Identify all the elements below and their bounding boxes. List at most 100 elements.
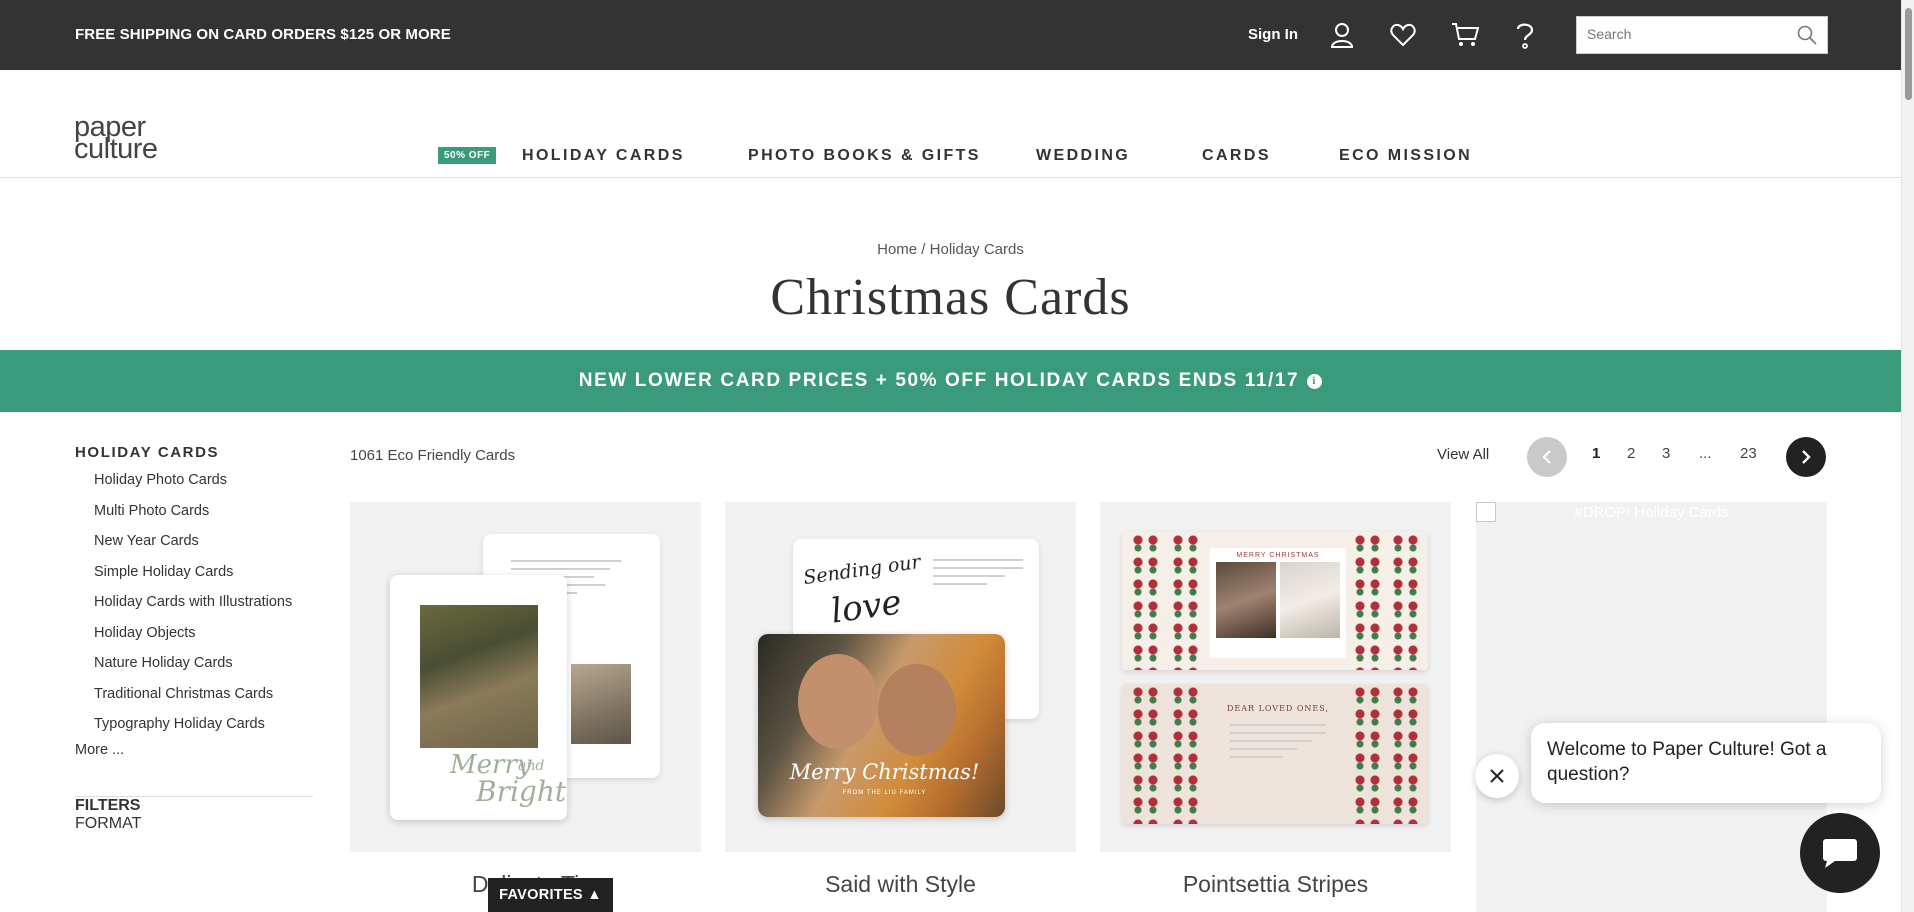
category-sidebar: HOLIDAY CARDS Holiday Photo Cards Multi …	[75, 444, 313, 758]
card-script-text: Sending our	[802, 550, 922, 590]
product-image[interactable]: Merry and Bright	[350, 502, 701, 852]
pattern-stripe	[1390, 684, 1420, 824]
card-heading: DEAR LOVED ONES,	[1226, 704, 1330, 713]
category-item[interactable]: Holiday Cards with Illustrations	[75, 593, 313, 624]
product-image[interactable]: #DROP! Holiday Cards	[1476, 502, 1827, 912]
card-back: DEAR LOVED ONES,	[1122, 684, 1428, 824]
sign-in-link[interactable]: Sign In	[1248, 26, 1298, 43]
card-photo	[1216, 562, 1276, 638]
card-photo	[1280, 562, 1340, 638]
nav-holiday-cards[interactable]: HOLIDAY CARDS	[522, 147, 685, 165]
product-image[interactable]: Sending our love Merry Christmas! FROM T…	[725, 502, 1076, 852]
product-image[interactable]: MERRY CHRISTMAS DEAR LOVED ONES,	[1100, 502, 1451, 852]
help-icon[interactable]	[1510, 20, 1540, 50]
favorites-label: FAVORITES	[499, 887, 583, 903]
page-23[interactable]: 23	[1740, 445, 1757, 462]
filters-label: FILTERS	[75, 797, 141, 814]
photo-person	[878, 664, 956, 756]
logo-line-2: culture	[74, 133, 158, 165]
search-box[interactable]	[1576, 16, 1828, 54]
category-title[interactable]: HOLIDAY CARDS	[75, 444, 313, 461]
chat-icon	[1823, 839, 1857, 868]
sale-badge: 50% OFF	[438, 147, 497, 164]
logo[interactable]: paper culture	[74, 113, 158, 165]
pattern-stripe	[1390, 532, 1420, 670]
cart-icon[interactable]	[1450, 20, 1480, 50]
breadcrumb-separator: /	[917, 241, 930, 258]
card-front: MERRY CHRISTMAS	[1122, 532, 1428, 670]
card-text-lines	[933, 559, 1023, 591]
chevron-right-icon	[1802, 450, 1811, 464]
prev-page-button[interactable]	[1527, 437, 1567, 477]
filters-panel: FILTERS FORMAT	[75, 796, 313, 833]
category-item[interactable]: Holiday Objects	[75, 624, 313, 655]
banner-text: NEW LOWER CARD PRICES + 50% OFF HOLIDAY …	[578, 370, 1300, 391]
nav-eco-mission[interactable]: ECO MISSION	[1339, 147, 1472, 165]
card-script-text: Bright	[476, 775, 567, 808]
view-all-link[interactable]: View All	[1437, 446, 1489, 463]
product-name[interactable]: Pointsettia Stripes	[1100, 871, 1451, 898]
format-toggle[interactable]: FORMAT	[75, 815, 313, 833]
user-icon[interactable]	[1327, 20, 1357, 50]
category-list: Holiday Photo Cards Multi Photo Cards Ne…	[75, 471, 313, 746]
filters-toggle[interactable]: FILTERS	[75, 797, 313, 815]
chat-launcher-button[interactable]	[1800, 813, 1880, 893]
card-script-text: and	[518, 758, 545, 774]
results-count: 1061 Eco Friendly Cards	[350, 447, 516, 464]
photo-person	[798, 654, 878, 749]
nav-wedding[interactable]: WEDDING	[1036, 147, 1130, 165]
card-subtext: FROM THE LIU FAMILY	[842, 790, 927, 796]
card-photo	[571, 664, 631, 744]
format-label: FORMAT	[75, 815, 142, 832]
card-front: Merry Christmas! FROM THE LIU FAMILY	[758, 634, 1005, 817]
breadcrumb-current[interactable]: Holiday Cards	[930, 241, 1024, 258]
image-alt-text: #DROP! Holiday Cards	[1574, 504, 1729, 521]
chat-close-button[interactable]	[1475, 754, 1519, 798]
card-script-text: love	[828, 582, 905, 632]
info-icon[interactable]: i	[1307, 373, 1323, 389]
site-header: paper culture 50% OFF HOLIDAY CARDS PHOT…	[0, 70, 1901, 178]
card-script-text: Merry Christmas!	[789, 760, 980, 784]
favorites-tab[interactable]: FAVORITES ▲	[488, 878, 613, 912]
chevron-up-icon: ▲	[587, 887, 602, 903]
pattern-stripe	[1170, 532, 1200, 670]
card-heading: MERRY CHRISTMAS	[1236, 552, 1320, 559]
breadcrumb: Home / Holiday Cards	[0, 241, 1901, 258]
card-panel: MERRY CHRISTMAS	[1210, 548, 1346, 658]
close-icon	[1490, 769, 1504, 783]
promo-banner[interactable]: NEW LOWER CARD PRICES + 50% OFF HOLIDAY …	[0, 350, 1901, 412]
chat-greeting[interactable]: Welcome to Paper Culture! Got a question…	[1531, 723, 1881, 803]
category-item[interactable]: New Year Cards	[75, 532, 313, 563]
page-1[interactable]: 1	[1592, 445, 1600, 462]
card-front: Merry and Bright	[390, 575, 567, 820]
nav-cards[interactable]: CARDS	[1202, 147, 1271, 165]
heart-icon[interactable]	[1388, 20, 1418, 50]
category-item[interactable]: Holiday Photo Cards	[75, 471, 313, 502]
category-item[interactable]: Nature Holiday Cards	[75, 654, 313, 685]
top-bar: FREE SHIPPING ON CARD ORDERS $125 OR MOR…	[0, 0, 1901, 70]
shipping-promo: FREE SHIPPING ON CARD ORDERS $125 OR MOR…	[75, 26, 451, 43]
page-scrollbar[interactable]	[1901, 0, 1914, 912]
pattern-stripe	[1352, 532, 1382, 670]
pattern-stripe	[1352, 684, 1382, 824]
chevron-left-icon	[1542, 450, 1551, 464]
search-input[interactable]	[1587, 26, 1787, 42]
more-categories-link[interactable]: More ...	[75, 742, 313, 758]
page-ellipsis: ...	[1699, 445, 1712, 462]
search-icon[interactable]	[1797, 25, 1817, 50]
product-name[interactable]: Said with Style	[725, 871, 1076, 898]
category-item[interactable]: Simple Holiday Cards	[75, 563, 313, 594]
page-3[interactable]: 3	[1662, 445, 1670, 462]
pattern-stripe	[1130, 532, 1160, 670]
category-item[interactable]: Traditional Christmas Cards	[75, 685, 313, 716]
scrollbar-thumb[interactable]	[1905, 8, 1912, 100]
card-photo	[420, 605, 538, 748]
card-text-lines	[1230, 724, 1326, 764]
nav-photo-books-gifts[interactable]: PHOTO BOOKS & GIFTS	[748, 147, 981, 165]
pattern-stripe	[1130, 684, 1160, 824]
breadcrumb-home[interactable]: Home	[877, 241, 917, 258]
next-page-button[interactable]	[1786, 437, 1826, 477]
page-2[interactable]: 2	[1627, 445, 1635, 462]
category-item[interactable]: Multi Photo Cards	[75, 502, 313, 533]
pattern-stripe	[1170, 684, 1200, 824]
